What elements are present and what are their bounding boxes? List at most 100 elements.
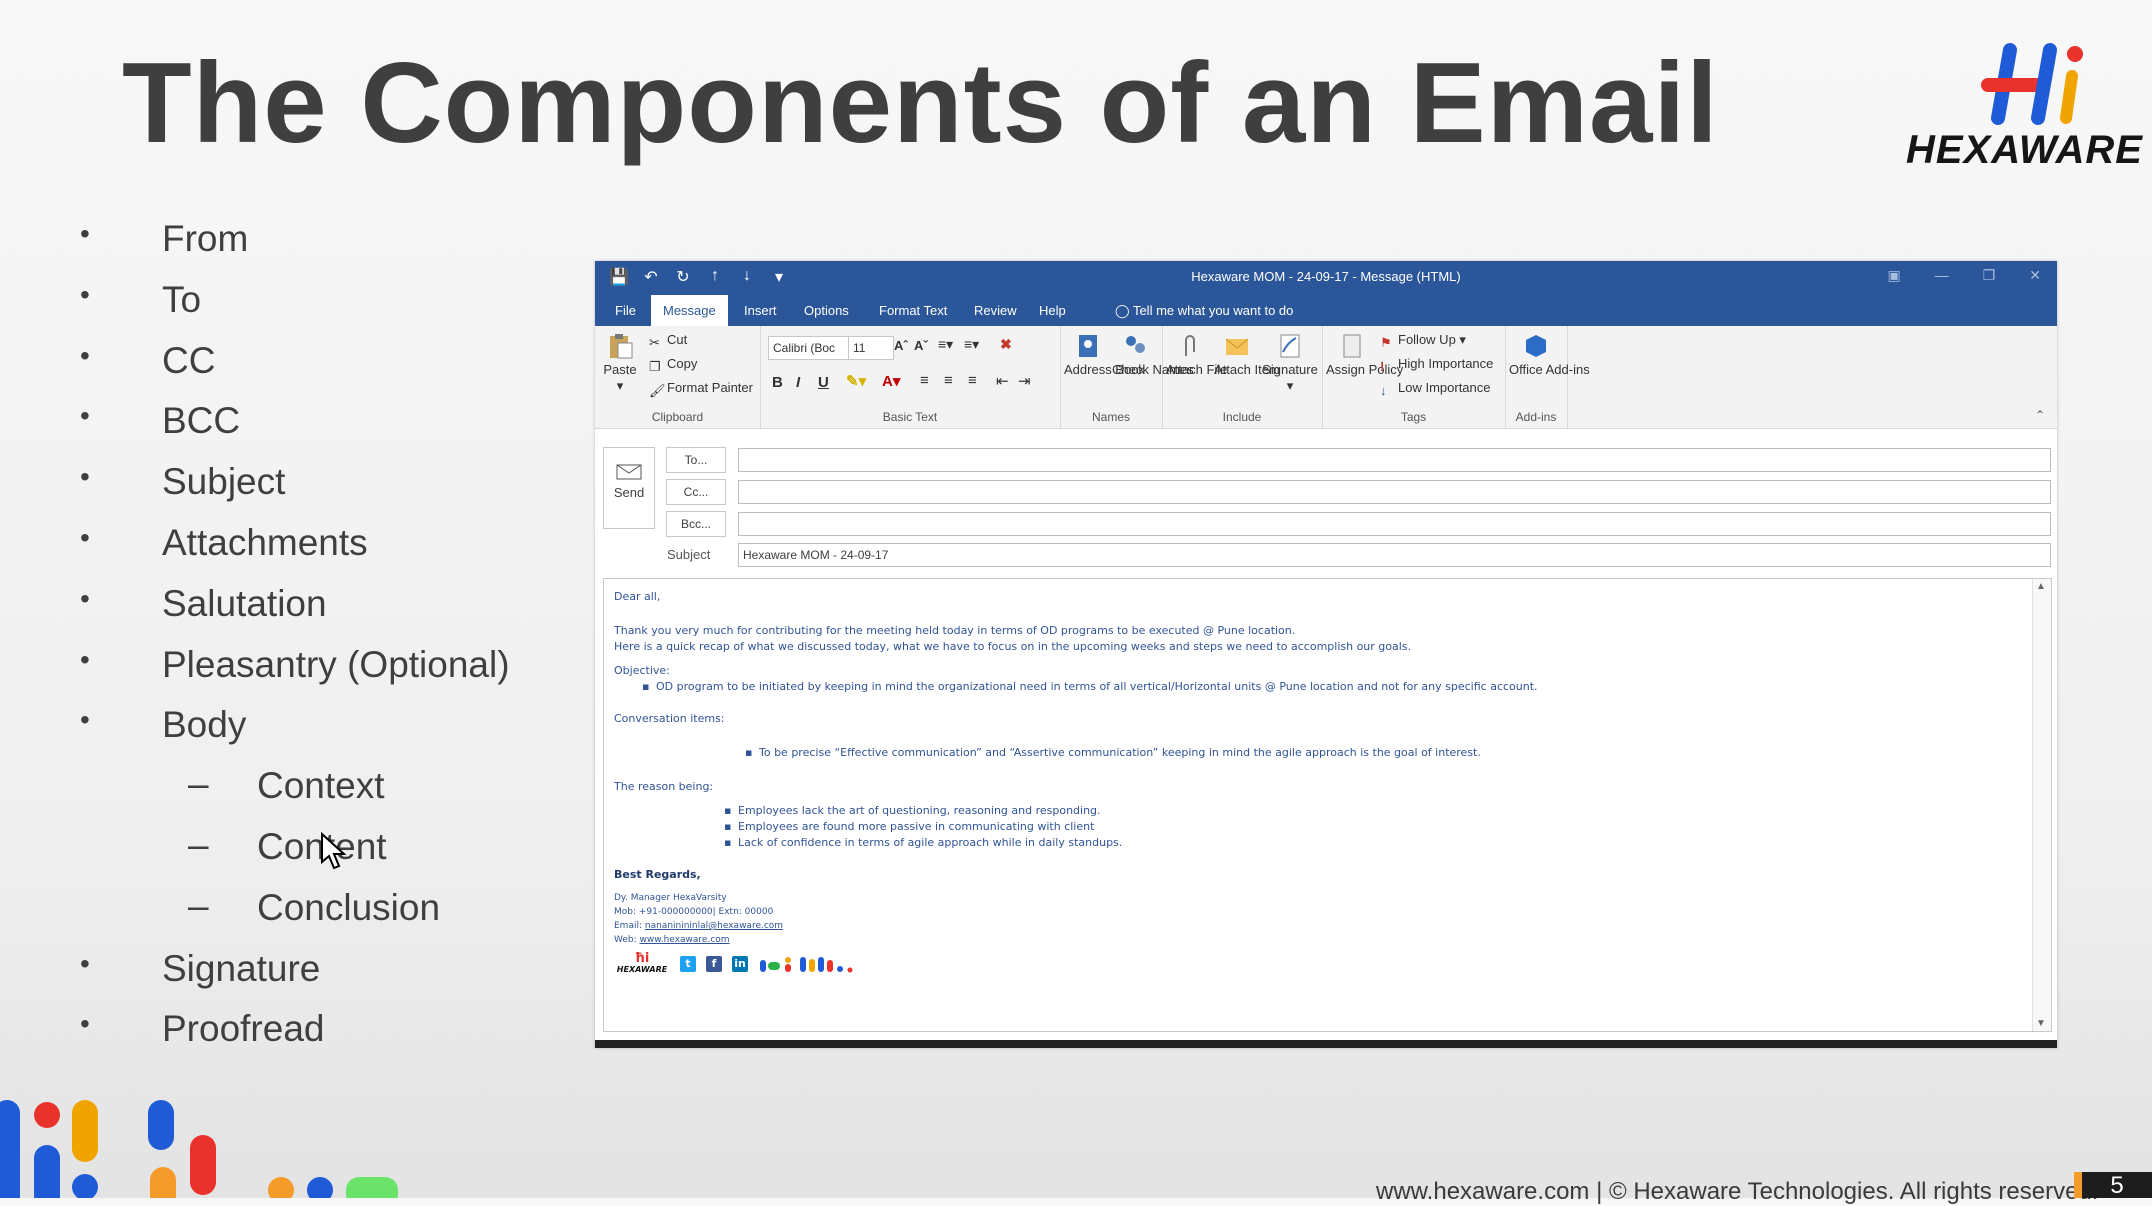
cc-button[interactable]: Cc... bbox=[666, 479, 726, 505]
title-bar: 💾 ↶ ↻ ↑ ↓ ▾ Hexaware MOM - 24-09-17 - Me… bbox=[595, 261, 2057, 295]
tab-review[interactable]: Review bbox=[962, 295, 1029, 326]
bold-icon[interactable]: B bbox=[772, 374, 783, 391]
mouse-cursor-icon bbox=[321, 832, 347, 870]
objective-heading: Objective: bbox=[614, 664, 670, 677]
list-item: Lack of confidence in terms of agile app… bbox=[724, 835, 2021, 851]
restore-icon[interactable]: ❐ bbox=[1983, 267, 1996, 284]
message-body[interactable]: Dear all, Thank you very much for contri… bbox=[603, 578, 2052, 1032]
increase-indent-icon[interactable]: ⇥ bbox=[1018, 372, 1031, 390]
bcc-button[interactable]: Bcc... bbox=[666, 511, 726, 537]
font-color-icon[interactable]: A▾ bbox=[882, 372, 900, 390]
basic-text-group: Calibri (Boc 11 Aˆ Aˇ ≡▾ ≡▾ ✖ B I U ✎▾ A… bbox=[760, 326, 1061, 428]
grow-font-icon[interactable]: Aˆ bbox=[894, 338, 908, 353]
ribbon-tabs: File Message Insert Options Format Text … bbox=[595, 295, 2057, 326]
bullets-icon[interactable]: ≡▾ bbox=[938, 336, 953, 353]
signature-button[interactable]: Signature ▾ bbox=[1262, 332, 1318, 394]
collapse-ribbon-icon[interactable]: ⌃ bbox=[2035, 408, 2045, 422]
decorative-dots-icon bbox=[760, 957, 853, 973]
align-center-icon[interactable]: ≡ bbox=[944, 372, 953, 389]
tell-me-search[interactable]: ◯ Tell me what you want to do bbox=[1115, 295, 1293, 326]
send-button[interactable]: Send bbox=[603, 447, 655, 529]
greeting: Dear all, bbox=[614, 590, 661, 603]
ribbon-display-icon[interactable]: ▣ bbox=[1887, 267, 1900, 284]
bcc-field[interactable] bbox=[738, 512, 2051, 536]
hexaware-mark-icon: ħi bbox=[634, 951, 650, 966]
paste-button[interactable]: Paste ▾ bbox=[601, 332, 639, 394]
shrink-font-icon[interactable]: Aˇ bbox=[914, 338, 928, 353]
group-label: Tags bbox=[1400, 410, 1427, 424]
down-arrow-icon: ↓ bbox=[1380, 382, 1387, 398]
low-importance-button[interactable]: ↓ Low Importance bbox=[1380, 380, 1491, 398]
list-item: Employees lack the art of questioning, r… bbox=[724, 803, 2021, 819]
email-link[interactable]: nananinininlal@hexaware.com bbox=[645, 921, 783, 931]
tab-file[interactable]: File bbox=[603, 295, 648, 326]
tab-options[interactable]: Options bbox=[792, 295, 861, 326]
tab-format-text[interactable]: Format Text bbox=[867, 295, 959, 326]
policy-icon bbox=[1343, 334, 1361, 358]
office-addins-button[interactable]: Office Add-ins bbox=[1509, 332, 1590, 378]
cut-button[interactable]: ✂ Cut bbox=[649, 332, 687, 350]
decrease-indent-icon[interactable]: ⇤ bbox=[996, 372, 1009, 390]
sig-email: Email: nananinininlal@hexaware.com bbox=[614, 921, 784, 931]
align-left-icon[interactable]: ≡ bbox=[920, 372, 929, 389]
vertical-scrollbar[interactable]: ▲ ▼ bbox=[2032, 579, 2051, 1031]
group-label: Names bbox=[1091, 410, 1130, 424]
italic-icon[interactable]: I bbox=[796, 374, 800, 391]
outlook-message-window: 💾 ↶ ↻ ↑ ↓ ▾ Hexaware MOM - 24-09-17 - Me… bbox=[595, 261, 2057, 1048]
include-group: Attach File Attach Item Signature ▾ Inclu… bbox=[1162, 326, 1323, 428]
sig-title: Dy. Manager HexaVarsity bbox=[614, 893, 727, 903]
address-book-icon bbox=[1079, 335, 1097, 357]
check-names-button[interactable]: Check Names bbox=[1112, 332, 1194, 378]
paste-icon bbox=[610, 334, 633, 359]
envelope-icon bbox=[1225, 338, 1249, 355]
address-book-button[interactable]: Address Book bbox=[1064, 332, 1145, 378]
conversation-heading: Conversation items: bbox=[614, 712, 725, 725]
scissors-icon: ✂ bbox=[649, 334, 660, 350]
brush-icon: 🖌 bbox=[649, 382, 666, 398]
tags-group: Assign Policy ⚑ Follow Up ▾ ! High Importa… bbox=[1322, 326, 1506, 428]
twitter-icon[interactable]: t bbox=[680, 956, 696, 972]
flag-icon: ⚑ bbox=[1380, 334, 1392, 350]
group-label: Add-ins bbox=[1515, 410, 1557, 424]
decorative-brand-bars-icon bbox=[0, 1100, 398, 1198]
follow-up-button[interactable]: ⚑ Follow Up ▾ bbox=[1380, 332, 1466, 350]
clear-formatting-icon[interactable]: ✖ bbox=[1000, 336, 1012, 353]
attach-file-button[interactable]: Attach File bbox=[1166, 332, 1227, 378]
hexaware-logo: HEXAWARE bbox=[1900, 40, 2142, 180]
minimize-icon[interactable]: — bbox=[1935, 267, 1949, 284]
copy-button[interactable]: ❐ Copy bbox=[649, 356, 697, 374]
subject-field[interactable]: Hexaware MOM - 24-09-17 bbox=[738, 543, 2051, 567]
to-button[interactable]: To... bbox=[666, 447, 726, 473]
underline-icon[interactable]: U bbox=[818, 374, 829, 391]
highlight-icon[interactable]: ✎▾ bbox=[846, 372, 866, 390]
sig-hexaware-logo: ħi HEXAWARE bbox=[614, 951, 670, 975]
attach-item-button[interactable]: Attach Item bbox=[1214, 332, 1280, 378]
lightbulb-icon: ◯ bbox=[1115, 303, 1130, 318]
list-item: Employees are found more passive in comm… bbox=[724, 819, 2021, 835]
tab-help[interactable]: Help bbox=[1027, 295, 1078, 326]
format-painter-button[interactable]: 🖌Format Painter bbox=[649, 380, 753, 398]
scroll-down-icon[interactable]: ▼ bbox=[2036, 1018, 2046, 1029]
slide-title: The Components of an Email bbox=[122, 40, 1719, 167]
subject-label: Subject bbox=[667, 547, 711, 562]
hexaware-logo-mark-icon bbox=[1981, 43, 2083, 125]
to-field[interactable] bbox=[738, 448, 2051, 472]
cc-field[interactable] bbox=[738, 480, 2051, 504]
numbering-icon[interactable]: ≡▾ bbox=[964, 336, 979, 353]
font-name-select[interactable]: Calibri (Boc bbox=[768, 336, 850, 360]
high-importance-button[interactable]: ! High Importance bbox=[1380, 356, 1493, 374]
sig-web: Web: www.hexaware.com bbox=[614, 935, 730, 945]
tab-message[interactable]: Message bbox=[651, 295, 728, 326]
font-size-select[interactable]: 11 bbox=[848, 336, 894, 360]
web-link[interactable]: www.hexaware.com bbox=[640, 935, 730, 945]
scroll-up-icon[interactable]: ▲ bbox=[2036, 581, 2046, 592]
assign-policy-button[interactable]: Assign Policy bbox=[1326, 332, 1403, 378]
align-right-icon[interactable]: ≡ bbox=[968, 372, 977, 389]
exclamation-icon: ! bbox=[1380, 358, 1385, 374]
close-icon[interactable]: ✕ bbox=[2029, 267, 2041, 284]
facebook-icon[interactable]: f bbox=[706, 956, 722, 972]
body-line: Here is a quick recap of what we discuss… bbox=[614, 640, 1412, 653]
linkedin-icon[interactable]: in bbox=[732, 956, 748, 972]
regards: Best Regards, bbox=[614, 868, 701, 881]
tab-insert[interactable]: Insert bbox=[732, 295, 789, 326]
